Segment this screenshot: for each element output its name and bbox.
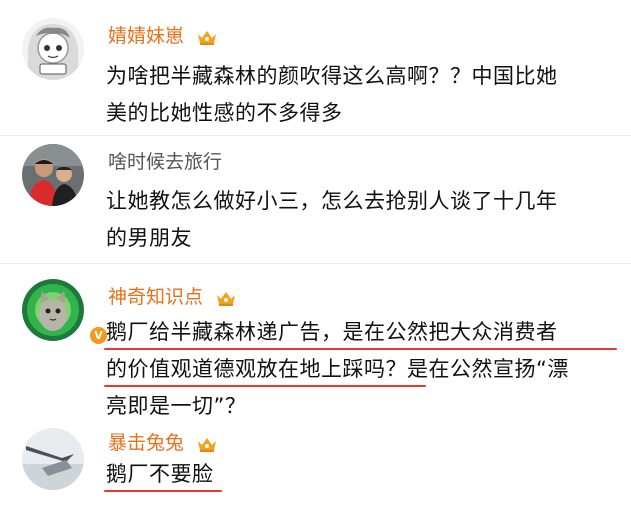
comment-line: 的价值观道德观放在地上踩吗？是在公然宣扬“漂 <box>106 357 569 381</box>
comment-line: 的男朋友 <box>106 226 192 250</box>
divider <box>0 135 631 136</box>
avatar[interactable] <box>22 18 84 80</box>
comment-text: 为啥把半藏森林的颜吹得这么高啊？？中国比她 美的比她性感的不多得多 <box>106 58 616 132</box>
comment-text: 鹅厂给半藏森林递广告，是在公然把大众消费者 的价值观道德观放在地上踩吗？是在公然… <box>106 314 616 425</box>
vip-crown-icon <box>198 30 217 45</box>
avatar[interactable] <box>22 428 84 490</box>
highlight-underline <box>104 385 426 387</box>
comment-line: 让她教怎么做好小三，怎么去抢别人谈了十几年 <box>106 189 558 213</box>
username-text[interactable]: 暴击兔兔 <box>108 432 184 454</box>
comment-line: 为啥把半藏森林的颜吹得这么高啊？？中国比她 <box>106 64 558 88</box>
comment-line: 美的比她性感的不多得多 <box>106 101 343 125</box>
highlight-underline <box>104 348 617 350</box>
username[interactable]: 婧婧妹崽 <box>108 24 218 48</box>
comment-text: 鹅厂不要脸 <box>106 456 616 493</box>
comment-text: 让她教怎么做好小三，怎么去抢别人谈了十几年 的男朋友 <box>106 183 616 257</box>
avatar[interactable]: V <box>22 279 109 346</box>
highlight-underline <box>104 490 222 492</box>
comment-line: 鹅厂不要脸 <box>106 462 214 486</box>
username-text[interactable]: 啥时候去旅行 <box>108 151 222 173</box>
divider <box>0 263 631 264</box>
vip-crown-icon <box>198 437 217 452</box>
comment-line: 亮即是一切”？ <box>106 394 247 418</box>
username[interactable]: 啥时候去旅行 <box>108 150 222 174</box>
username[interactable]: 暴击兔兔 <box>108 431 218 455</box>
avatar[interactable] <box>22 144 84 206</box>
vip-crown-icon <box>217 291 236 306</box>
username-text[interactable]: 婧婧妹崽 <box>108 25 184 47</box>
username[interactable]: 神奇知识点 <box>108 285 237 309</box>
username-text[interactable]: 神奇知识点 <box>108 286 203 308</box>
comment-line: 鹅厂给半藏森林递广告，是在公然把大众消费者 <box>106 320 558 344</box>
